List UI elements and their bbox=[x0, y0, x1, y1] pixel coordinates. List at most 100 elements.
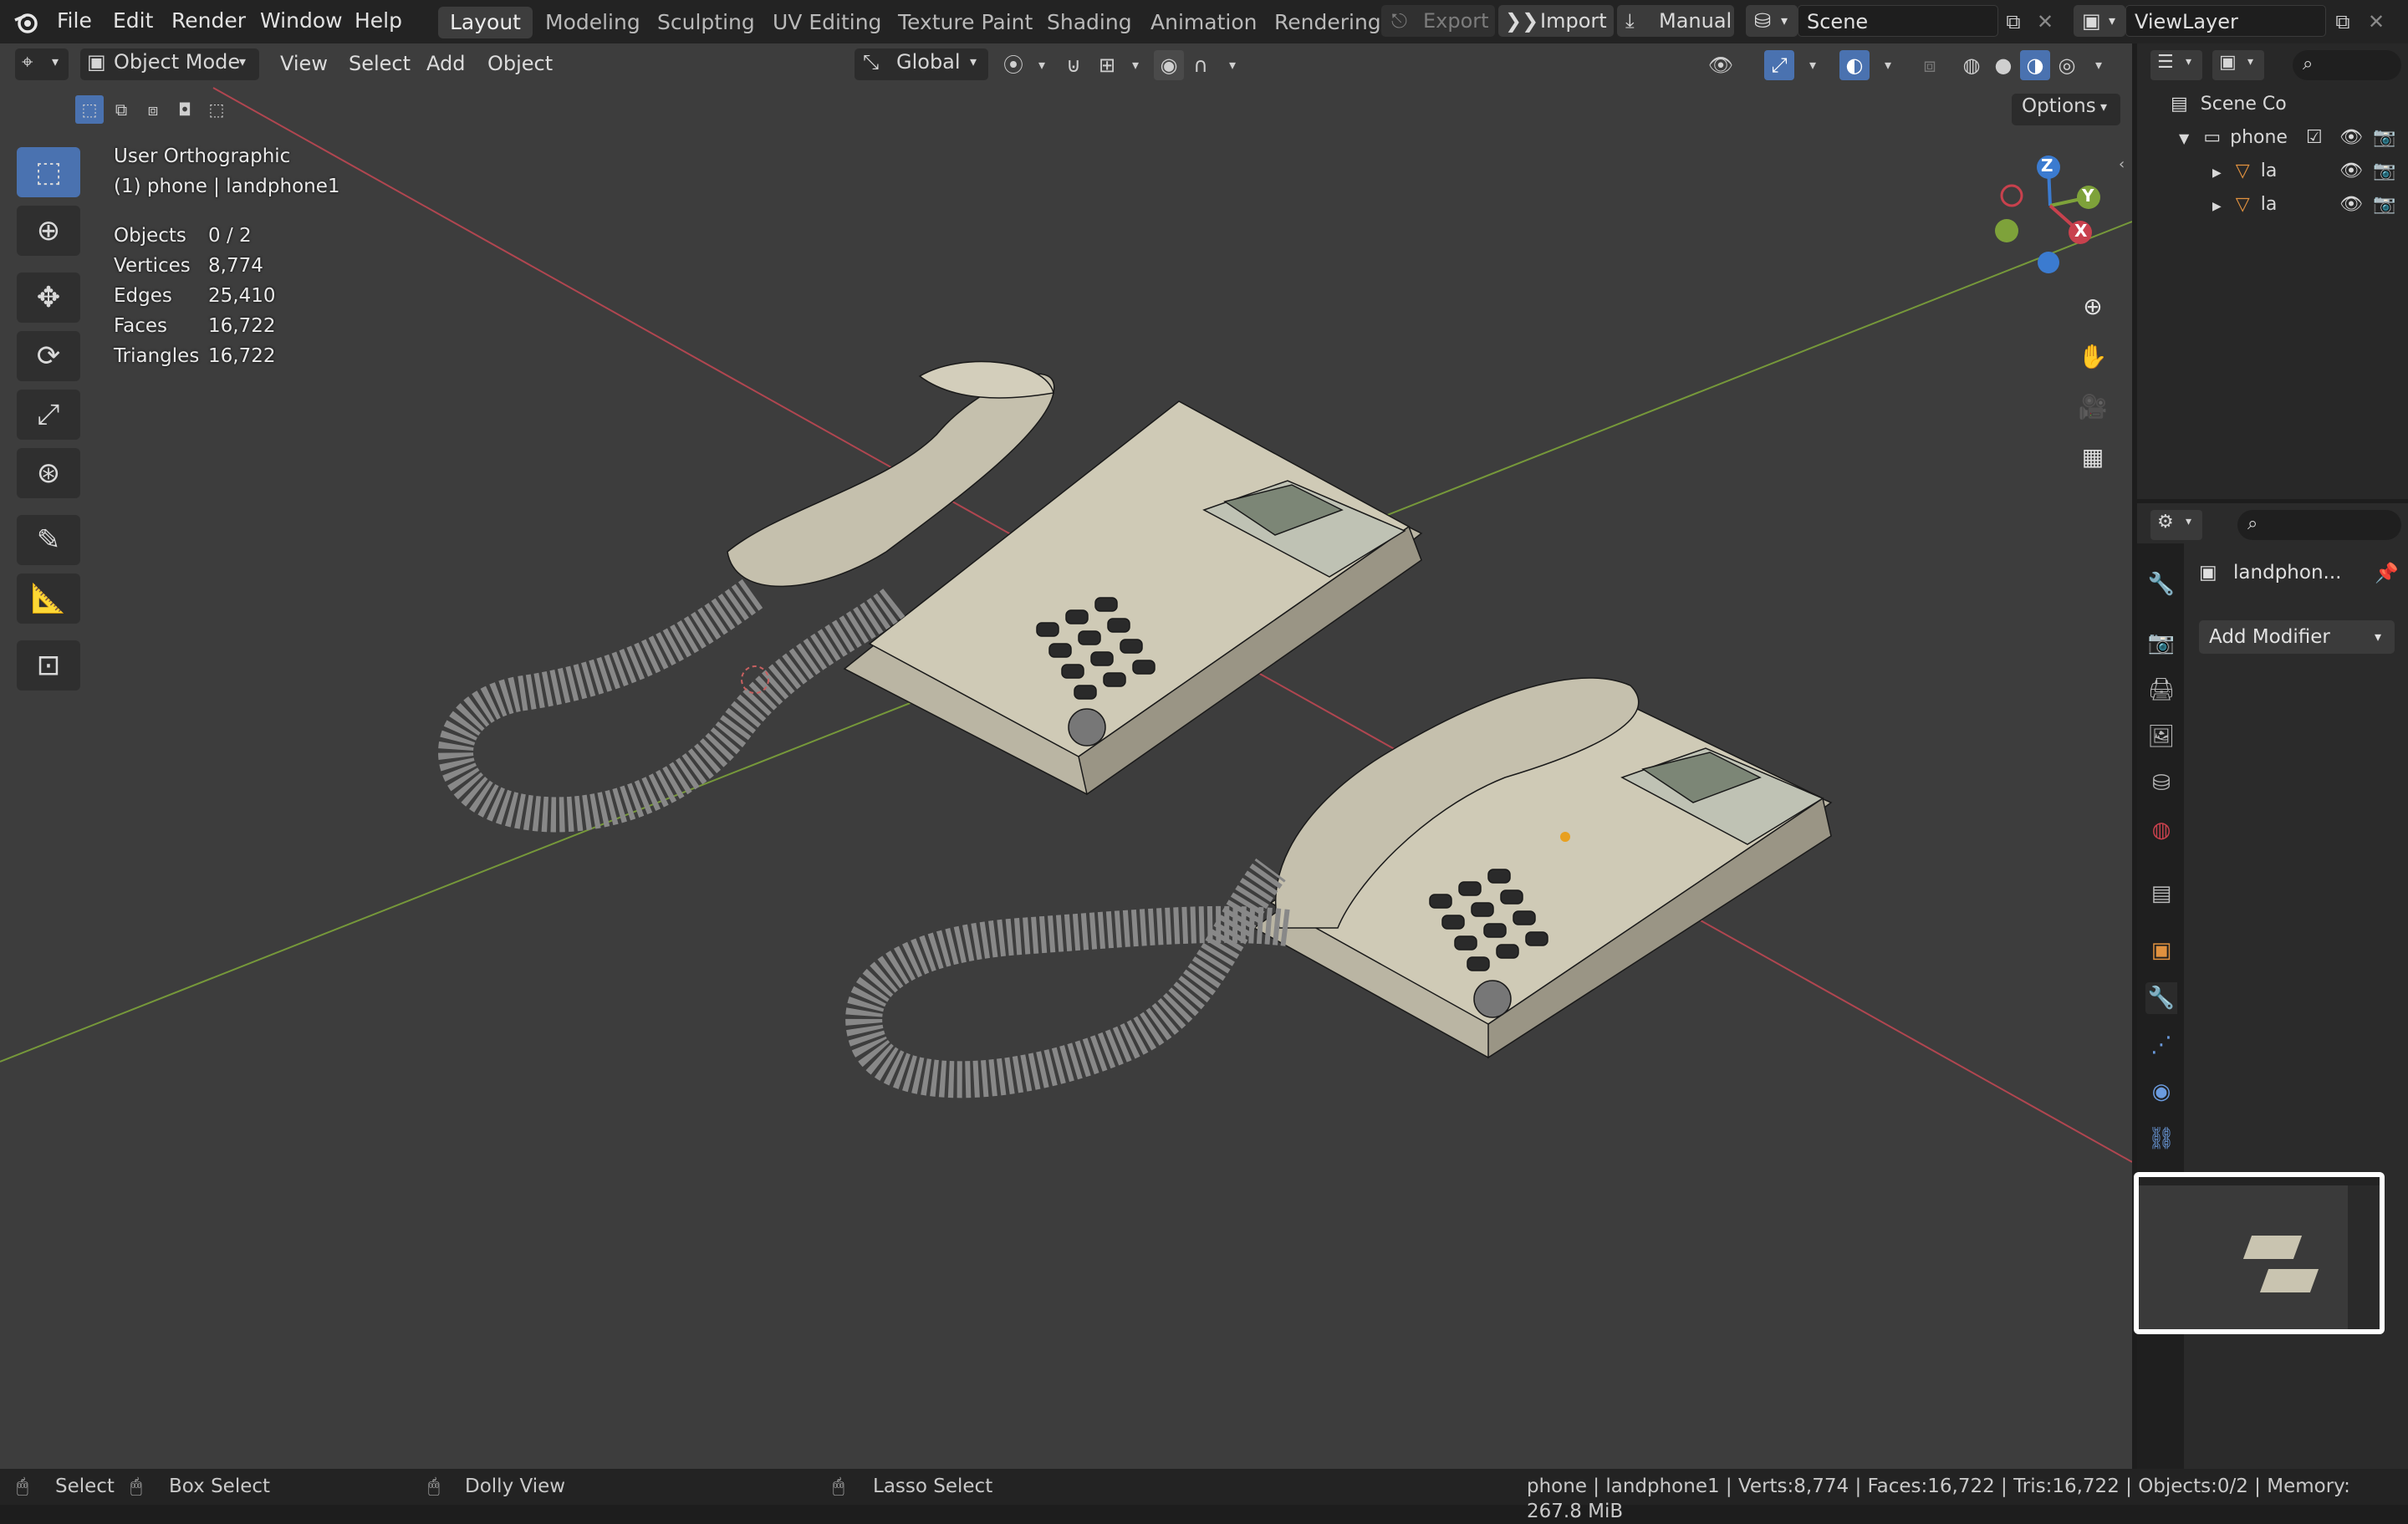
scene-collection-row[interactable]: ▤ Scene Co bbox=[2171, 94, 2287, 115]
pin-icon[interactable]: 📌 bbox=[2375, 562, 2399, 584]
display-mode-button[interactable]: ▣ ▾ bbox=[2212, 50, 2264, 80]
scene-selector-button[interactable]: ⛁ ▾ bbox=[1746, 5, 1798, 37]
chevron-down-icon[interactable]: ▾ bbox=[1873, 50, 1903, 80]
transform-orientation-dropdown[interactable]: ⤡ Global ▾ bbox=[855, 48, 988, 80]
select-subtract-icon[interactable]: ⧈ bbox=[139, 95, 167, 124]
tool-tab-icon[interactable]: 🔧 bbox=[2145, 568, 2177, 600]
outliner-object-row[interactable]: ▶ ▽ la 👁 📷 bbox=[2212, 194, 2405, 215]
collection-tab-icon[interactable]: ▤ bbox=[2145, 878, 2177, 910]
camera-icon[interactable]: 🎥 bbox=[2072, 386, 2114, 428]
axis-gizmo[interactable] bbox=[1990, 150, 2132, 284]
camera-icon[interactable]: 📷 bbox=[2373, 161, 2395, 181]
zoom-icon[interactable]: ⊕ bbox=[2072, 286, 2114, 328]
pivot-point-icon[interactable]: ⦿ bbox=[998, 50, 1028, 80]
world-tab-icon[interactable]: ◍ bbox=[2145, 814, 2177, 846]
viewlayer-name-field[interactable]: ViewLayer bbox=[2125, 5, 2326, 37]
close-icon[interactable]: ✕ bbox=[2361, 7, 2391, 37]
scene-tab-icon[interactable]: ⛁ bbox=[2145, 767, 2177, 799]
camera-icon[interactable]: 📷 bbox=[2373, 194, 2395, 215]
screenshot-thumbnail[interactable] bbox=[2134, 1172, 2385, 1334]
select-intersect-icon[interactable]: ⬚ bbox=[202, 95, 231, 124]
annotate-tool[interactable]: ✎ bbox=[17, 515, 80, 565]
scale-tool[interactable]: ⤢ bbox=[17, 390, 80, 440]
editor-type-button[interactable]: ⌖ ▾ bbox=[15, 48, 69, 80]
material-shading-icon[interactable]: ◑ bbox=[2020, 50, 2050, 80]
gizmo-toggle-icon[interactable]: ⤢ bbox=[1764, 50, 1794, 80]
constraints-tab-icon[interactable]: ⛓ bbox=[2145, 1123, 2177, 1154]
render-tab-icon[interactable]: 📷 bbox=[2145, 627, 2177, 659]
select-new-icon[interactable]: ⬚ bbox=[75, 95, 104, 124]
grid-icon[interactable]: ▦ bbox=[2072, 436, 2114, 478]
options-dropdown[interactable]: Options ▾ bbox=[2012, 94, 2120, 125]
menu-file[interactable]: File bbox=[57, 7, 92, 35]
chevron-down-icon[interactable]: ▾ bbox=[2084, 50, 2114, 80]
viewlayer-selector-button[interactable]: ▣ ▾ bbox=[2074, 5, 2125, 37]
eye-icon[interactable]: 👁 bbox=[2339, 127, 2363, 148]
tab-sculpting[interactable]: Sculpting bbox=[645, 7, 767, 38]
sidebar-toggle-icon[interactable]: ‹ bbox=[2119, 155, 2125, 173]
collection-phone-row[interactable]: ▼ ▭ phone ☑ 👁 📷 bbox=[2179, 127, 2405, 148]
wireframe-shading-icon[interactable]: ◍ bbox=[1956, 50, 1987, 80]
3d-viewport[interactable] bbox=[0, 43, 2132, 1469]
chevron-down-icon[interactable]: ▾ bbox=[1120, 50, 1150, 80]
menu-select[interactable]: Select bbox=[349, 50, 411, 77]
menu-help[interactable]: Help bbox=[355, 7, 402, 35]
tab-shading[interactable]: Shading bbox=[1035, 7, 1144, 38]
blender-logo-icon[interactable] bbox=[13, 10, 38, 35]
chevron-down-icon[interactable]: ▾ bbox=[1217, 50, 1247, 80]
move-tool[interactable]: ✥ bbox=[17, 273, 80, 323]
xray-icon[interactable]: ⧈ bbox=[1915, 50, 1945, 80]
new-scene-icon[interactable]: ⧉ bbox=[1998, 7, 2028, 37]
close-icon[interactable]: ✕ bbox=[2030, 7, 2060, 37]
outliner-object-row[interactable]: ▶ ▽ la 👁 📷 bbox=[2212, 161, 2405, 181]
checkbox-icon[interactable]: ☑ bbox=[2306, 127, 2323, 148]
tab-rendering[interactable]: Rendering bbox=[1263, 7, 1393, 38]
add-modifier-dropdown[interactable]: Add Modifier ▾ bbox=[2199, 620, 2395, 654]
cursor-tool[interactable]: ⊕ bbox=[17, 206, 80, 256]
menu-object[interactable]: Object bbox=[487, 50, 553, 77]
tab-animation[interactable]: Animation bbox=[1139, 7, 1268, 38]
export-button[interactable]: ⎋ Export bbox=[1381, 5, 1495, 37]
eye-icon[interactable]: 👁 bbox=[2339, 161, 2363, 181]
view-layer-tab-icon[interactable]: 🖼 bbox=[2145, 721, 2177, 752]
visibility-icon[interactable]: 👁 bbox=[1706, 50, 1736, 80]
import-button[interactable]: ❯❯ Import bbox=[1498, 5, 1614, 37]
object-tab-icon[interactable]: ▣ bbox=[2145, 935, 2177, 966]
particles-tab-icon[interactable]: ⋰ bbox=[2145, 1029, 2177, 1061]
snap-increment-icon[interactable]: ⊞ bbox=[1092, 50, 1122, 80]
snap-icon[interactable]: ⊍ bbox=[1059, 50, 1089, 80]
rendered-shading-icon[interactable]: ◎ bbox=[2052, 50, 2082, 80]
transform-tool[interactable]: ⊛ bbox=[17, 448, 80, 498]
add-cube-tool[interactable]: ⊡ bbox=[17, 640, 80, 691]
properties-search-input[interactable]: ⌕ bbox=[2237, 510, 2401, 540]
eye-icon[interactable]: 👁 bbox=[2339, 194, 2363, 215]
tab-layout[interactable]: Layout bbox=[438, 7, 533, 38]
menu-view[interactable]: View bbox=[280, 50, 328, 77]
camera-icon[interactable]: 📷 bbox=[2373, 127, 2395, 148]
rotate-tool[interactable]: ⟳ bbox=[17, 331, 80, 381]
menu-window[interactable]: Window bbox=[260, 7, 343, 35]
falloff-icon[interactable]: ∩ bbox=[1186, 50, 1216, 80]
proportional-editing-icon[interactable]: ◉ bbox=[1154, 50, 1184, 80]
output-tab-icon[interactable]: 🖨 bbox=[2145, 674, 2177, 706]
new-viewlayer-icon[interactable]: ⧉ bbox=[2328, 7, 2358, 37]
chevron-down-icon[interactable]: ▾ bbox=[1027, 50, 1057, 80]
select-extend-icon[interactable]: ⧉ bbox=[107, 95, 135, 124]
measure-tool[interactable]: 📐 bbox=[17, 573, 80, 624]
outliner-search-input[interactable]: ⌕ bbox=[2293, 50, 2401, 80]
select-box-tool[interactable]: ⬚ bbox=[17, 147, 80, 197]
chevron-down-icon[interactable]: ▾ bbox=[1798, 50, 1828, 80]
menu-edit[interactable]: Edit bbox=[113, 7, 153, 35]
select-invert-icon[interactable]: ◘ bbox=[171, 95, 199, 124]
outliner-editor-type-button[interactable]: ☰ ▾ bbox=[2150, 50, 2202, 80]
modifier-tab-icon[interactable]: 🔧 bbox=[2145, 982, 2177, 1014]
tab-texture-paint[interactable]: Texture Paint bbox=[886, 7, 1044, 38]
pan-hand-icon[interactable]: ✋ bbox=[2072, 336, 2114, 378]
object-mode-dropdown[interactable]: ▣ Object Mode ▾ bbox=[80, 48, 259, 80]
physics-tab-icon[interactable]: ◉ bbox=[2145, 1076, 2177, 1108]
menu-render[interactable]: Render bbox=[171, 7, 246, 35]
tab-modeling[interactable]: Modeling bbox=[533, 7, 652, 38]
solid-shading-icon[interactable]: ● bbox=[1988, 50, 2018, 80]
menu-add[interactable]: Add bbox=[426, 50, 465, 77]
manual-button[interactable]: ⤓ Manual bbox=[1617, 5, 1734, 37]
